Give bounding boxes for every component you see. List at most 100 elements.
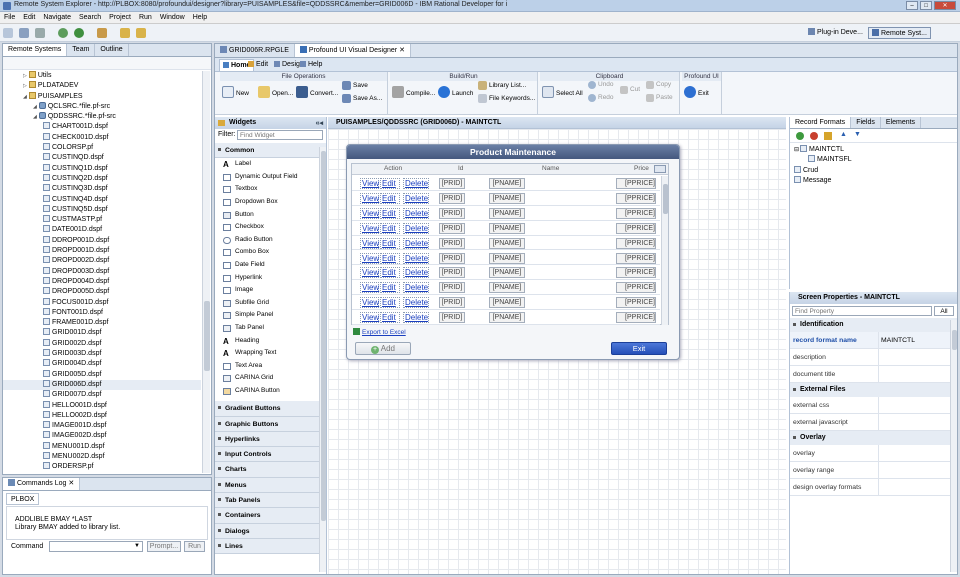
edit-link[interactable]: Edit — [380, 297, 400, 309]
pprice-field[interactable]: [PPRICE] — [616, 207, 656, 219]
widget-subfile-grid[interactable]: Subfile Grid — [215, 297, 326, 310]
move-down-icon[interactable]: ▼ — [854, 131, 861, 138]
delete-link[interactable]: Delete — [403, 178, 429, 189]
copy-button[interactable]: Copy — [646, 81, 671, 89]
widget-combo-box[interactable]: Combo Box — [215, 246, 326, 259]
pname-field[interactable]: [PNAME] — [489, 252, 525, 264]
tab-elements[interactable]: Elements — [881, 117, 922, 128]
tools-icon[interactable] — [96, 28, 107, 38]
save-as-button[interactable]: Save As... — [342, 94, 382, 103]
tree-item[interactable]: FONT001D.dspf — [3, 307, 201, 318]
command-dropdown-icon[interactable]: ▼ — [134, 543, 140, 549]
tree-item[interactable]: GRID007D.dspf — [3, 390, 201, 400]
tab-remote-systems[interactable]: Remote Systems — [3, 44, 68, 56]
prid-field[interactable]: [PRID] — [439, 282, 465, 294]
expand-arrow-icon[interactable]: ▷ — [23, 73, 27, 79]
collapse-icon[interactable]: ⊟ — [794, 147, 799, 153]
prid-field[interactable]: [PRID] — [439, 312, 465, 324]
tree-item[interactable]: HELLO001D.dspf — [3, 400, 201, 411]
pprice-field[interactable]: [PPRICE] — [616, 178, 656, 189]
grid-column-icons[interactable] — [654, 165, 666, 173]
category-common[interactable]: Common — [215, 143, 326, 159]
category-tab-panels[interactable]: Tab Panels — [215, 493, 326, 509]
prid-field[interactable]: [PRID] — [439, 207, 465, 219]
tree-item[interactable]: ◢ QDDSSRC.*file.pf-src — [3, 112, 201, 122]
category-lines[interactable]: Lines — [215, 538, 326, 555]
tree-item[interactable]: DROPD001D.dspf — [3, 246, 201, 256]
delete-link[interactable]: Delete — [403, 222, 429, 234]
pprice-field[interactable]: [PPRICE] — [616, 312, 656, 324]
tree-item[interactable]: CHART001D.dspf — [3, 122, 201, 132]
edit-link[interactable]: Edit — [380, 252, 400, 264]
edit-link[interactable]: Edit — [380, 267, 400, 279]
widget-wrapping-text[interactable]: A Wrapping Text — [215, 347, 326, 360]
record-format-item[interactable]: Crud — [790, 165, 957, 176]
widget-tab-panel[interactable]: Tab Panel — [215, 322, 326, 335]
tree-item[interactable]: CUSTINQ5D.dspf — [3, 204, 201, 215]
tree-item[interactable]: MENU002D.dspf — [3, 451, 201, 462]
menu-run[interactable]: Run — [135, 12, 156, 24]
menu-edit[interactable]: Edit — [19, 12, 39, 24]
menu-window[interactable]: Window — [156, 12, 189, 24]
widget-radio-button[interactable]: Radio Button — [215, 234, 326, 247]
pprice-field[interactable]: [PPRICE] — [616, 222, 656, 234]
widget-button[interactable]: Button — [215, 209, 326, 222]
widgets-scrollbar[interactable] — [319, 147, 326, 572]
editor-tab-designer[interactable]: Profound UI Visual Designer ✕ — [294, 44, 411, 57]
widget-heading[interactable]: A Heading — [215, 335, 326, 348]
library-list-button[interactable]: Library List... — [478, 81, 526, 90]
prid-field[interactable]: [PRID] — [439, 222, 465, 234]
delete-link[interactable]: Delete — [403, 207, 429, 219]
convert-button[interactable]: Convert... — [296, 86, 338, 98]
edit-format-icon[interactable] — [824, 132, 832, 140]
delete-link[interactable]: Delete — [403, 267, 429, 279]
menu-search[interactable]: Search — [75, 12, 105, 24]
tree-item[interactable]: GRID001D.dspf — [3, 328, 201, 338]
print-icon[interactable] — [34, 28, 45, 38]
expand-arrow-icon[interactable]: ▷ — [23, 83, 27, 89]
view-link[interactable]: View — [360, 237, 379, 249]
back-icon[interactable] — [119, 28, 130, 38]
property-value[interactable] — [878, 397, 957, 413]
tab-outline[interactable]: Outline — [95, 44, 129, 56]
cut-button[interactable]: Cut — [620, 86, 640, 94]
tab-record-formats[interactable]: Record Formats — [790, 117, 852, 128]
widget-textbox[interactable]: Textbox — [215, 183, 326, 196]
widget-carina-grid[interactable]: CARINA Grid — [215, 372, 326, 385]
pname-field[interactable]: [PNAME] — [489, 222, 525, 234]
tree-item[interactable]: ▷ Utils — [3, 71, 201, 81]
designer-tab-edit[interactable]: Edit — [245, 59, 271, 71]
category-dialogs[interactable]: Dialogs — [215, 523, 326, 539]
view-link[interactable]: View — [360, 207, 379, 219]
open-button[interactable]: Open... — [258, 86, 293, 98]
view-link[interactable]: View — [360, 192, 379, 204]
prid-field[interactable]: [PRID] — [439, 252, 465, 264]
add-button[interactable]: + Add — [355, 342, 411, 355]
category-hyperlinks[interactable]: Hyperlinks — [215, 431, 326, 448]
menu-project[interactable]: Project — [105, 12, 135, 24]
widget-text-area[interactable]: Text Area — [215, 360, 326, 373]
tree-item[interactable]: DROPD002D.dspf — [3, 256, 201, 266]
delete-format-icon[interactable] — [810, 132, 818, 140]
pname-field[interactable]: [PNAME] — [489, 267, 525, 279]
tree-item[interactable]: IMAGE002D.dspf — [3, 431, 201, 441]
tree-item[interactable]: IMAGE001D.dspf — [3, 421, 201, 431]
prid-field[interactable]: [PRID] — [439, 178, 465, 189]
view-link[interactable]: View — [360, 312, 379, 324]
widget-checkbox[interactable]: Checkbox — [215, 221, 326, 234]
export-excel-link[interactable]: Export to Excel — [353, 328, 406, 336]
property-value[interactable] — [878, 366, 957, 382]
expand-arrow-icon[interactable]: ◢ — [33, 114, 37, 120]
view-link[interactable]: View — [360, 252, 379, 264]
prid-field[interactable]: [PRID] — [439, 192, 465, 204]
edit-link[interactable]: Edit — [380, 282, 400, 294]
widget-image[interactable]: Image — [215, 284, 326, 297]
file-keywords-button[interactable]: File Keywords... — [478, 94, 535, 103]
widget-carina-button[interactable]: CARINA Button — [215, 385, 326, 398]
remote-perspective[interactable]: Remote Syst... — [868, 27, 931, 39]
pname-field[interactable]: [PNAME] — [489, 297, 525, 309]
tree-item[interactable]: ◢ QCLSRC.*file.pf-src — [3, 101, 201, 112]
edit-link[interactable]: Edit — [380, 312, 400, 324]
tab-plbox[interactable]: PLBOX — [6, 493, 40, 505]
widget-hyperlink[interactable]: Hyperlink — [215, 272, 326, 285]
